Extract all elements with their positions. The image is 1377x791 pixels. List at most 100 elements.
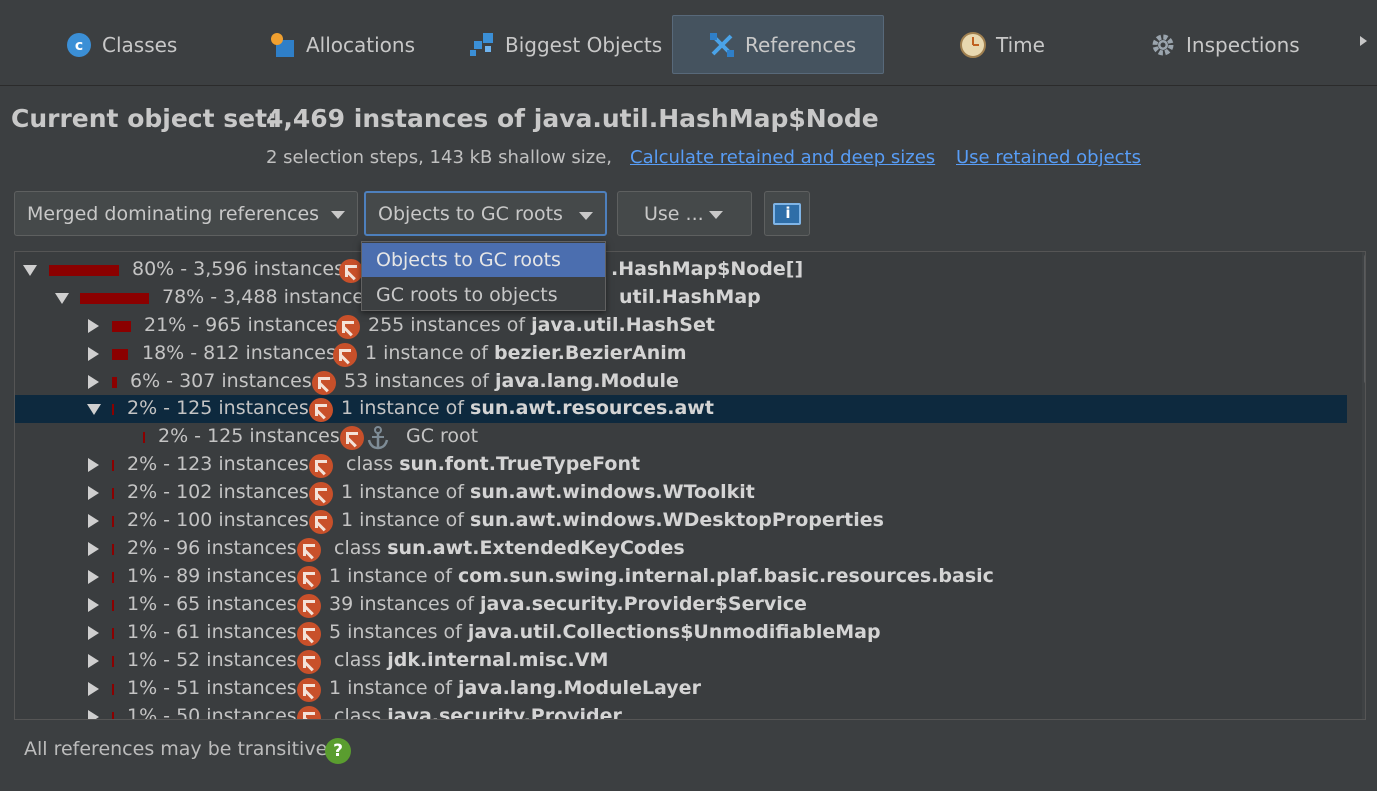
tab-label: Allocations bbox=[306, 32, 416, 57]
view-mode-select[interactable]: Merged dominating references bbox=[14, 191, 358, 236]
percentage-bar bbox=[112, 321, 131, 332]
reference-icon bbox=[297, 622, 321, 646]
svg-text:c: c bbox=[75, 38, 83, 54]
collapsed-arrow-icon[interactable] bbox=[88, 347, 99, 361]
row-description: 53 instances of java.lang.Module bbox=[344, 370, 679, 392]
percentage-bar bbox=[112, 377, 117, 388]
collapsed-arrow-icon[interactable] bbox=[88, 710, 99, 719]
percentage-bar bbox=[112, 404, 114, 415]
scrollbar-thumb[interactable] bbox=[1364, 254, 1365, 384]
percentage-bar bbox=[112, 572, 114, 583]
use-button[interactable]: Use ... bbox=[617, 191, 752, 236]
row-stats: 80% - 3,596 instances bbox=[132, 258, 344, 280]
more-tabs-chevron-icon[interactable] bbox=[1360, 36, 1367, 46]
info-button[interactable] bbox=[764, 191, 810, 236]
reference-icon bbox=[309, 482, 333, 506]
row-stats: 21% - 965 instances bbox=[144, 314, 338, 336]
reference-icon bbox=[309, 454, 333, 478]
object-set-label: Current object set: bbox=[11, 104, 278, 133]
reference-icon bbox=[297, 594, 321, 618]
row-description: class jdk.internal.misc.VM bbox=[334, 649, 609, 671]
option-gc-roots-to-objects[interactable]: GC roots to objects bbox=[362, 278, 605, 312]
expanded-arrow-icon[interactable] bbox=[55, 293, 69, 304]
row-description: GC root bbox=[406, 425, 479, 447]
help-icon[interactable]: ? bbox=[325, 738, 351, 764]
tab-inspections[interactable]: Inspections bbox=[1150, 15, 1300, 74]
row-stats: 1% - 52 instances bbox=[127, 649, 297, 671]
tree-row[interactable]: 6% - 307 instances 53 instances of java.… bbox=[15, 368, 1347, 396]
collapsed-arrow-icon[interactable] bbox=[88, 542, 99, 556]
classes-icon: c bbox=[66, 32, 92, 58]
reference-icon bbox=[312, 371, 336, 395]
percentage-bar bbox=[112, 684, 114, 695]
use-retained-objects-link[interactable]: Use retained objects bbox=[956, 147, 1141, 168]
percentage-bar bbox=[80, 293, 149, 304]
reference-tree[interactable]: 80% - 3,596 instances .HashMap$Node[] 78… bbox=[14, 251, 1366, 720]
tree-row[interactable]: 18% - 812 instances 1 instance of bezier… bbox=[15, 340, 1347, 368]
collapsed-arrow-icon[interactable] bbox=[88, 458, 99, 472]
tab-label: Inspections bbox=[1186, 32, 1300, 57]
tree-row-selected[interactable]: 2% - 125 instances 1 instance of sun.awt… bbox=[15, 395, 1347, 423]
row-stats: 2% - 102 instances bbox=[127, 481, 309, 503]
collapsed-arrow-icon[interactable] bbox=[88, 514, 99, 528]
tree-row[interactable]: 1% - 61 instances 5 instances of java.ut… bbox=[15, 619, 1347, 647]
collapsed-arrow-icon[interactable] bbox=[88, 570, 99, 584]
view-tab-bar: c Classes Allocations Biggest Objects Re… bbox=[0, 0, 1377, 86]
direction-select[interactable]: Objects to GC roots bbox=[364, 191, 607, 236]
row-stats: 2% - 123 instances bbox=[127, 453, 309, 475]
tree-row[interactable]: 1% - 65 instances 39 instances of java.s… bbox=[15, 591, 1347, 619]
percentage-bar bbox=[49, 265, 119, 276]
biggest-objects-icon bbox=[469, 32, 495, 58]
tree-row[interactable]: 1% - 52 instances class jdk.internal.mis… bbox=[15, 647, 1347, 675]
vertical-scrollbar[interactable] bbox=[1362, 252, 1365, 719]
tab-references[interactable]: References bbox=[672, 15, 884, 74]
tree-row[interactable]: 80% - 3,596 instances .HashMap$Node[] bbox=[15, 256, 1347, 284]
percentage-bar bbox=[112, 349, 128, 360]
row-description: 255 instances of java.util.HashSet bbox=[368, 314, 715, 336]
percentage-bar bbox=[112, 600, 114, 611]
tab-biggest-objects[interactable]: Biggest Objects bbox=[469, 15, 662, 74]
chevron-down-icon bbox=[709, 211, 723, 219]
references-icon bbox=[709, 32, 735, 58]
tab-time[interactable]: Time bbox=[960, 15, 1045, 74]
collapsed-arrow-icon[interactable] bbox=[88, 375, 99, 389]
time-icon bbox=[960, 31, 986, 58]
selection-summary: 2 selection steps, 143 kB shallow size, bbox=[266, 147, 613, 168]
tab-classes[interactable]: c Classes bbox=[66, 15, 177, 74]
tree-row[interactable]: 2% - 96 instances class sun.awt.Extended… bbox=[15, 535, 1347, 563]
tree-row[interactable]: 1% - 51 instances 1 instance of java.lan… bbox=[15, 675, 1347, 703]
row-description: 1 instance of sun.awt.windows.WToolkit bbox=[341, 481, 755, 503]
row-description: 1 instance of com.sun.swing.internal.pla… bbox=[329, 565, 994, 587]
collapsed-arrow-icon[interactable] bbox=[88, 626, 99, 640]
option-objects-to-gc-roots[interactable]: Objects to GC roots bbox=[362, 243, 605, 277]
expanded-arrow-icon[interactable] bbox=[23, 265, 37, 276]
percentage-bar bbox=[112, 460, 114, 471]
collapsed-arrow-icon[interactable] bbox=[88, 654, 99, 668]
collapsed-arrow-icon[interactable] bbox=[88, 486, 99, 500]
reference-icon bbox=[336, 315, 360, 339]
collapsed-arrow-icon[interactable] bbox=[88, 319, 99, 333]
tree-row[interactable]: 2% - 100 instances 1 instance of sun.awt… bbox=[15, 507, 1347, 535]
tree-row[interactable]: 21% - 965 instances 255 instances of jav… bbox=[15, 312, 1347, 340]
row-stats: 2% - 96 instances bbox=[127, 537, 297, 559]
tree-row[interactable]: 2% - 102 instances 1 instance of sun.awt… bbox=[15, 479, 1347, 507]
reference-icon bbox=[309, 398, 333, 422]
tree-row[interactable]: 78% - 3,488 instances util.HashMap bbox=[15, 284, 1347, 312]
tree-row[interactable]: 2% - 125 instances GC root bbox=[15, 423, 1347, 451]
calculate-retained-link[interactable]: Calculate retained and deep sizes bbox=[630, 147, 935, 168]
view-mode-value: Merged dominating references bbox=[27, 202, 320, 225]
tree-row[interactable]: 1% - 50 instances class java.security.Pr… bbox=[15, 703, 1347, 719]
expanded-arrow-icon[interactable] bbox=[87, 404, 101, 415]
row-stats: 1% - 89 instances bbox=[127, 565, 297, 587]
collapsed-arrow-icon[interactable] bbox=[88, 682, 99, 696]
percentage-bar bbox=[112, 712, 114, 719]
tab-label: Biggest Objects bbox=[505, 32, 663, 57]
reference-icon bbox=[340, 426, 364, 450]
row-stats: 1% - 65 instances bbox=[127, 593, 297, 615]
tree-row[interactable]: 2% - 123 instances class sun.font.TrueTy… bbox=[15, 451, 1347, 479]
tab-label: References bbox=[745, 32, 857, 57]
percentage-bar bbox=[112, 628, 114, 639]
collapsed-arrow-icon[interactable] bbox=[88, 598, 99, 612]
tab-allocations[interactable]: Allocations bbox=[270, 15, 415, 74]
tree-row[interactable]: 1% - 89 instances 1 instance of com.sun.… bbox=[15, 563, 1347, 591]
